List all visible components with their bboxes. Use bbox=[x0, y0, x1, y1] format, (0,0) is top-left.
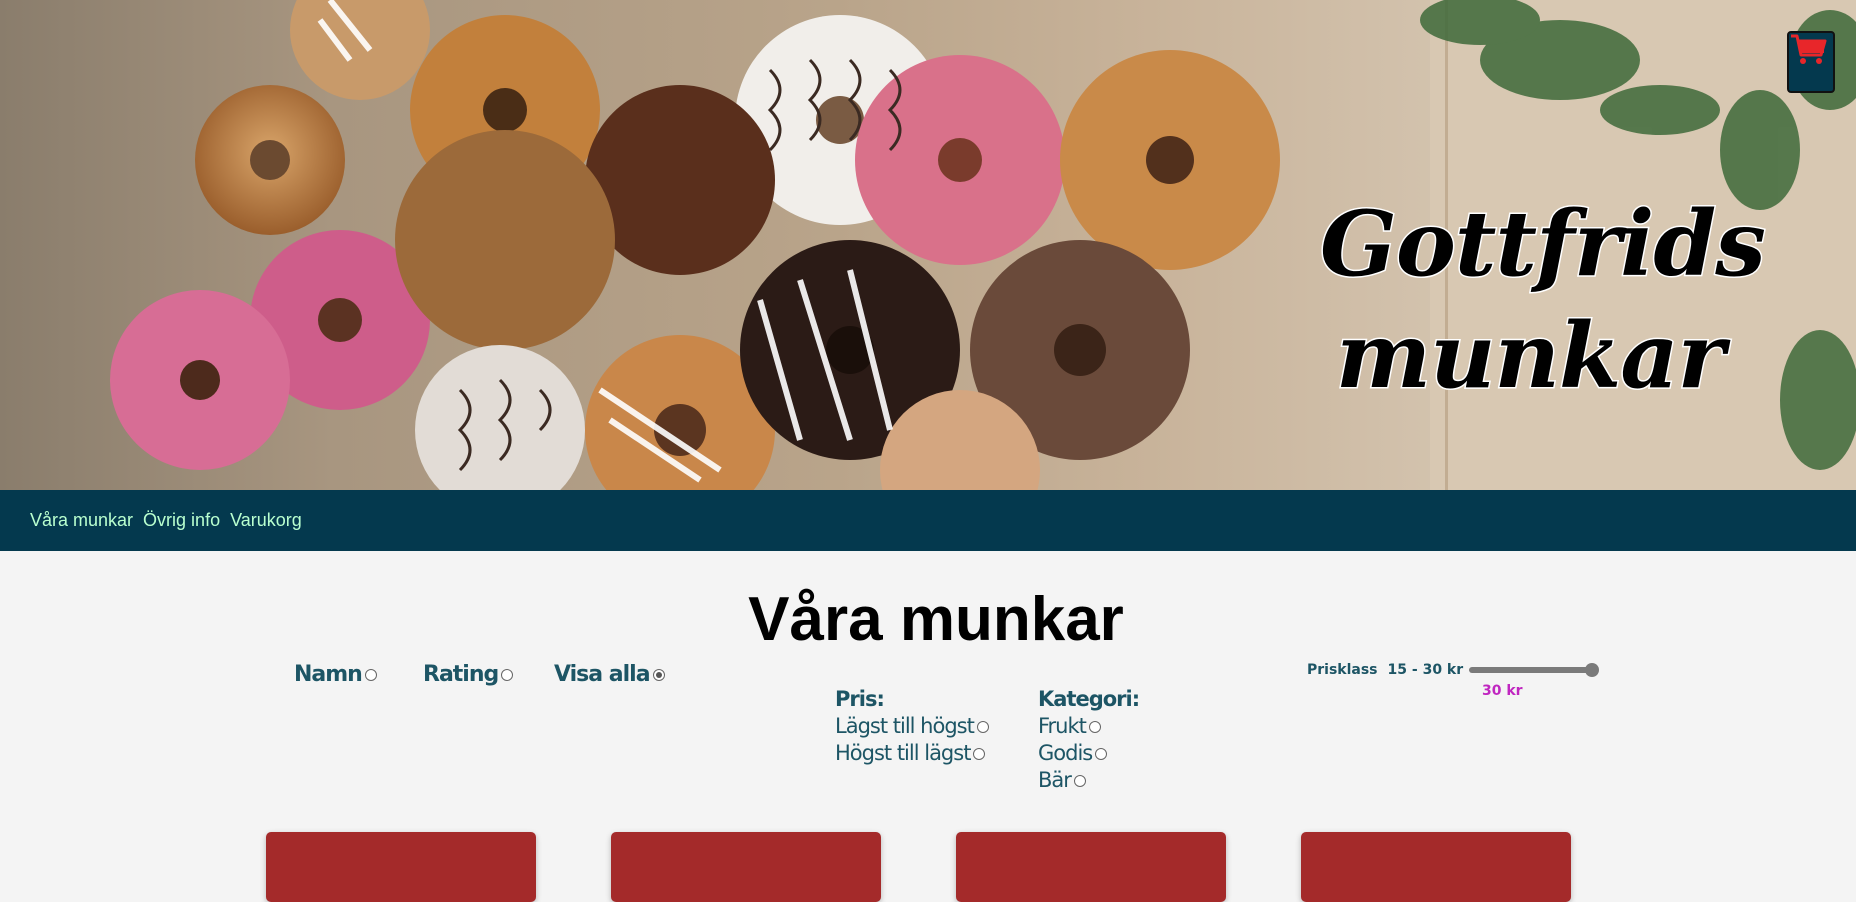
hero-banner: Gottfrids munkar bbox=[0, 0, 1856, 490]
price-filter: Pris: Lägst till högst Högst till lägst bbox=[835, 687, 989, 767]
category-option-bar-radio[interactable] bbox=[1073, 774, 1086, 787]
sort-namn[interactable]: Namn bbox=[294, 662, 377, 687]
sort-visa-alla-label: Visa alla bbox=[554, 662, 651, 687]
sort-rating-label: Rating bbox=[423, 662, 499, 687]
price-option-low-high-radio[interactable] bbox=[976, 720, 989, 733]
sort-rating[interactable]: Rating bbox=[423, 662, 514, 687]
product-card[interactable] bbox=[1301, 832, 1571, 902]
sort-namn-radio[interactable] bbox=[364, 668, 377, 681]
category-option-frukt[interactable]: Frukt bbox=[1038, 713, 1139, 740]
brand-title-line2: munkar bbox=[1334, 302, 1726, 411]
price-option-low-high[interactable]: Lägst till högst bbox=[835, 713, 989, 740]
category-filter: Kategori: Frukt Godis Bär bbox=[1038, 687, 1140, 794]
price-range: Prisklass 15 - 30 kr bbox=[1307, 662, 1600, 678]
product-card[interactable] bbox=[266, 832, 536, 902]
nav-link-varukorg[interactable]: Varukorg bbox=[230, 510, 302, 531]
category-option-bar[interactable]: Bär bbox=[1038, 767, 1139, 794]
price-option-high-low-radio[interactable] bbox=[973, 747, 986, 760]
product-card[interactable] bbox=[611, 832, 881, 902]
nav-link-ovrig-info[interactable]: Övrig info bbox=[143, 510, 220, 531]
category-option-godis-label: Godis bbox=[1038, 741, 1093, 765]
category-filter-heading: Kategori: bbox=[1038, 687, 1140, 711]
price-option-high-low[interactable]: Högst till lägst bbox=[835, 740, 989, 767]
category-option-bar-label: Bär bbox=[1038, 768, 1072, 792]
price-range-slider-thumb[interactable] bbox=[1585, 663, 1600, 677]
price-option-high-low-label: Högst till lägst bbox=[835, 741, 971, 765]
price-filter-heading: Pris: bbox=[835, 687, 885, 711]
category-option-godis[interactable]: Godis bbox=[1038, 740, 1139, 767]
price-range-slider[interactable] bbox=[1469, 663, 1600, 677]
sort-namn-label: Namn bbox=[294, 662, 363, 687]
sort-rating-radio[interactable] bbox=[501, 668, 514, 681]
page-title: Våra munkar bbox=[748, 585, 1124, 654]
category-option-frukt-radio[interactable] bbox=[1088, 720, 1101, 733]
category-option-frukt-label: Frukt bbox=[1038, 714, 1087, 738]
nav-link-vara-munkar[interactable]: Våra munkar bbox=[30, 510, 133, 531]
main-nav: Våra munkar Övrig info Varukorg bbox=[0, 490, 1856, 551]
brand-title-line1: Gottfrids bbox=[1319, 190, 1768, 299]
price-option-low-high-label: Lägst till högst bbox=[835, 714, 975, 738]
shopping-cart-icon bbox=[1791, 34, 1827, 64]
sort-visa-alla-radio[interactable] bbox=[652, 668, 665, 681]
price-range-label: Prisklass bbox=[1307, 662, 1378, 678]
sort-visa-alla[interactable]: Visa alla bbox=[554, 662, 665, 687]
brand-title: Gottfrids munkar bbox=[1319, 188, 1768, 412]
cart-button[interactable] bbox=[1787, 31, 1835, 93]
price-range-value: 30 kr bbox=[1482, 683, 1523, 699]
product-card[interactable] bbox=[956, 832, 1226, 902]
category-option-godis-radio[interactable] bbox=[1095, 747, 1108, 760]
price-range-text: 15 - 30 kr bbox=[1387, 662, 1464, 678]
